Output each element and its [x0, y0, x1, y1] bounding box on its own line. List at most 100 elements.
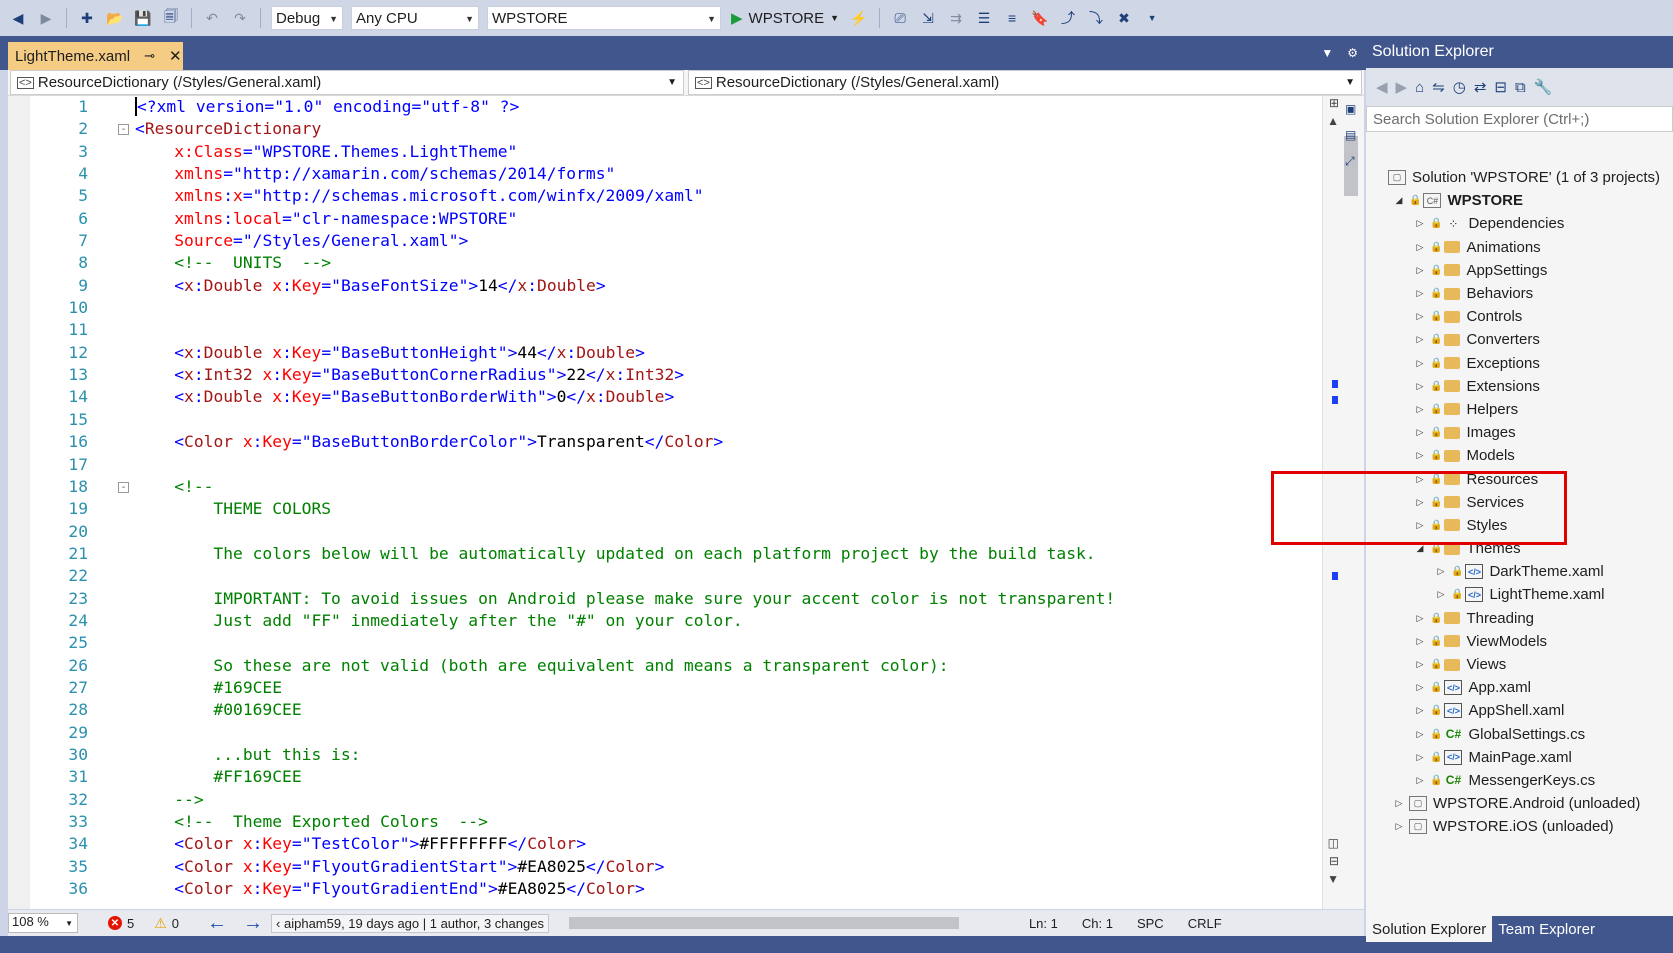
code-line[interactable]: 6 xmlns:local="clr-namespace:WPSTORE"	[30, 208, 1320, 230]
split-horizontal-icon[interactable]: ⊟	[1329, 854, 1339, 868]
code-line[interactable]: 25	[30, 632, 1320, 654]
code-line[interactable]: 22	[30, 565, 1320, 587]
horizontal-scrollbar[interactable]	[568, 917, 959, 929]
tree-item-models[interactable]: ▷ 🔒 Models	[1366, 444, 1673, 467]
git-blame-info[interactable]: ‹ aipham59, 19 days ago | 1 author, 3 ch…	[271, 913, 549, 933]
tree-item-darktheme-xaml[interactable]: ▷ 🔒 </> DarkTheme.xaml	[1366, 560, 1673, 583]
tree-item-appshell-xaml[interactable]: ▷ 🔒 </> AppShell.xaml	[1366, 699, 1673, 722]
open-file-icon[interactable]: 📂	[104, 7, 126, 29]
code-text-area[interactable]: 1 <?xml version="1.0" encoding="utf-8" ?>…	[30, 96, 1320, 900]
tree-item-images[interactable]: ▷ 🔒 Images	[1366, 421, 1673, 444]
split-view-icon[interactable]: ◫	[1328, 836, 1339, 850]
toolbar-overflow-icon[interactable]: ▼	[1141, 7, 1163, 29]
expand-arrow-icon[interactable]: ▷	[1414, 358, 1426, 369]
code-line[interactable]: 23 IMPORTANT: To avoid issues on Android…	[30, 588, 1320, 610]
tree-item-exceptions[interactable]: ▷ 🔒 Exceptions	[1366, 352, 1673, 375]
nav-dropdown-right[interactable]: <> ResourceDictionary (/Styles/General.x…	[688, 70, 1362, 95]
code-line[interactable]: 36 <Color x:Key="FlyoutGradientEnd">#EA8…	[30, 878, 1320, 900]
warning-count-button[interactable]: ⚠ 0	[154, 915, 179, 932]
code-line[interactable]: 4 xmlns="http://xamarin.com/schemas/2014…	[30, 163, 1320, 185]
code-line[interactable]: 9 <x:Double x:Key="BaseFontSize">14</x:D…	[30, 275, 1320, 297]
expand-arrow-icon[interactable]: ▷	[1414, 636, 1426, 647]
align-left-icon[interactable]: ☰	[973, 7, 995, 29]
hot-reload-icon[interactable]: ⚡	[848, 7, 870, 29]
expand-arrow-icon[interactable]: ▷	[1414, 729, 1426, 740]
expand-arrow-icon[interactable]: ▷	[1414, 427, 1426, 438]
fold-toggle-icon[interactable]: -	[118, 124, 129, 136]
expand-arrow-icon[interactable]: ▷	[1414, 265, 1426, 276]
tree-item-threading[interactable]: ▷ 🔒 Threading	[1366, 607, 1673, 630]
expand-arrow-icon[interactable]: ▷	[1414, 752, 1426, 763]
tab-lighttheme-xaml[interactable]: LightTheme.xaml ⊸ ✕	[8, 42, 183, 70]
code-line[interactable]: 8 <!-- UNITS -->	[30, 252, 1320, 274]
platform-dropdown[interactable]: Any CPU ▼	[351, 6, 479, 30]
back-icon[interactable]: ◀	[7, 7, 29, 29]
tree-item-lighttheme-xaml[interactable]: ▷ 🔒 </> LightTheme.xaml	[1366, 583, 1673, 606]
line-ending-indicator[interactable]: CRLF	[1188, 916, 1222, 931]
code-line[interactable]: 5 xmlns:x="http://schemas.microsoft.com/…	[30, 185, 1320, 207]
expand-arrow-icon[interactable]: ▷	[1414, 450, 1426, 461]
expand-arrow-icon[interactable]: ▷	[1414, 311, 1426, 322]
code-line[interactable]: 26 So these are not valid (both are equi…	[30, 655, 1320, 677]
show-all-files-icon[interactable]: ⧉	[1515, 79, 1526, 96]
code-line[interactable]: 20	[30, 521, 1320, 543]
code-line[interactable]: 10	[30, 297, 1320, 319]
browser-link-icon[interactable]: ⎚	[889, 7, 911, 29]
tree-item-solution-wpstore-1-of-3-projects[interactable]: ▢ Solution 'WPSTORE' (1 of 3 projects)	[1366, 166, 1673, 189]
nav-dropdown-left[interactable]: <> ResourceDictionary (/Styles/General.x…	[10, 70, 684, 95]
code-line[interactable]: 7 Source="/Styles/General.xaml">	[30, 230, 1320, 252]
code-line[interactable]: 32 -->	[30, 789, 1320, 811]
expand-arrow-icon[interactable]: ▷	[1414, 242, 1426, 253]
pending-changes-icon[interactable]: ◷	[1453, 78, 1466, 96]
close-icon[interactable]: ✕	[169, 47, 182, 65]
tab-team-explorer[interactable]: Team Explorer	[1492, 916, 1601, 942]
scroll-up-icon[interactable]: ▲	[1327, 114, 1339, 128]
code-line[interactable]: 31 #FF169CEE	[30, 766, 1320, 788]
code-line[interactable]: 19 THEME COLORS	[30, 498, 1320, 520]
expand-arrow-icon[interactable]: ▷	[1414, 705, 1426, 716]
code-line[interactable]: 17	[30, 454, 1320, 476]
navigate-forward-icon[interactable]: →	[243, 912, 263, 935]
prev-bookmark-icon[interactable]: ⤴	[1057, 7, 1079, 29]
next-bookmark-icon[interactable]: ⤵	[1085, 7, 1107, 29]
code-line[interactable]: 18 - <!--	[30, 476, 1320, 498]
code-line[interactable]: 2 - <ResourceDictionary	[30, 118, 1320, 140]
tree-item-mainpage-xaml[interactable]: ▷ 🔒 </> MainPage.xaml	[1366, 746, 1673, 769]
tree-item-extensions[interactable]: ▷ 🔒 Extensions	[1366, 375, 1673, 398]
error-count-button[interactable]: ✕ 5	[108, 916, 134, 931]
tree-item-wpstore-android-unloaded[interactable]: ▷ ▢ WPSTORE.Android (unloaded)	[1366, 792, 1673, 815]
code-line[interactable]: 3 x:Class="WPSTORE.Themes.LightTheme"	[30, 141, 1320, 163]
forward-icon[interactable]: ▶	[35, 7, 57, 29]
pin-icon[interactable]: ⊸	[144, 48, 155, 64]
code-line[interactable]: 14 <x:Double x:Key="BaseButtonBorderWith…	[30, 386, 1320, 408]
expand-arrow-icon[interactable]: ▷	[1414, 682, 1426, 693]
expand-arrow-icon[interactable]: ▷	[1435, 589, 1447, 600]
settings-gear-icon[interactable]: ⚙	[1347, 46, 1358, 60]
code-line[interactable]: 13 <x:Int32 x:Key="BaseButtonCornerRadiu…	[30, 364, 1320, 386]
startup-project-dropdown[interactable]: WPSTORE ▼	[487, 6, 721, 30]
code-line[interactable]: 34 <Color x:Key="TestColor">#FFFFFFFF</C…	[30, 833, 1320, 855]
tree-item-views[interactable]: ▷ 🔒 Views	[1366, 653, 1673, 676]
expand-icon[interactable]: ⤢	[1345, 154, 1362, 169]
code-line[interactable]: 11	[30, 319, 1320, 341]
solution-search-input[interactable]: Search Solution Explorer (Ctrl+;)	[1366, 106, 1673, 132]
switch-views-icon[interactable]: ⇋	[1432, 78, 1445, 96]
code-line[interactable]: 21 The colors below will be automaticall…	[30, 543, 1320, 565]
tree-item-wpstore-ios-unloaded[interactable]: ▷ ▢ WPSTORE.iOS (unloaded)	[1366, 815, 1673, 838]
back-icon[interactable]: ◀	[1376, 78, 1388, 96]
navigate-backward-icon[interactable]: ←	[207, 912, 227, 935]
code-line[interactable]: 24 Just add "FF" inmediately after the "…	[30, 610, 1320, 632]
tree-item-behaviors[interactable]: ▷ 🔒 Behaviors	[1366, 282, 1673, 305]
expand-arrow-icon[interactable]: ▷	[1414, 659, 1426, 670]
code-line[interactable]: 15	[30, 409, 1320, 431]
whitespace-indicator[interactable]: SPC	[1137, 916, 1164, 931]
undo-icon[interactable]: ↶	[201, 7, 223, 29]
forward-icon[interactable]: ▶	[1396, 78, 1408, 96]
tree-item-dependencies[interactable]: ▷ 🔒 ⁘ Dependencies	[1366, 212, 1673, 235]
tab-solution-explorer[interactable]: Solution Explorer	[1366, 916, 1493, 942]
bookmark-icon[interactable]: 🔖	[1029, 7, 1051, 29]
code-line[interactable]: 35 <Color x:Key="FlyoutGradientStart">#E…	[30, 856, 1320, 878]
new-project-icon[interactable]: ✚	[76, 7, 98, 29]
expand-arrow-icon[interactable]: ▷	[1414, 775, 1426, 786]
tree-item-helpers[interactable]: ▷ 🔒 Helpers	[1366, 398, 1673, 421]
